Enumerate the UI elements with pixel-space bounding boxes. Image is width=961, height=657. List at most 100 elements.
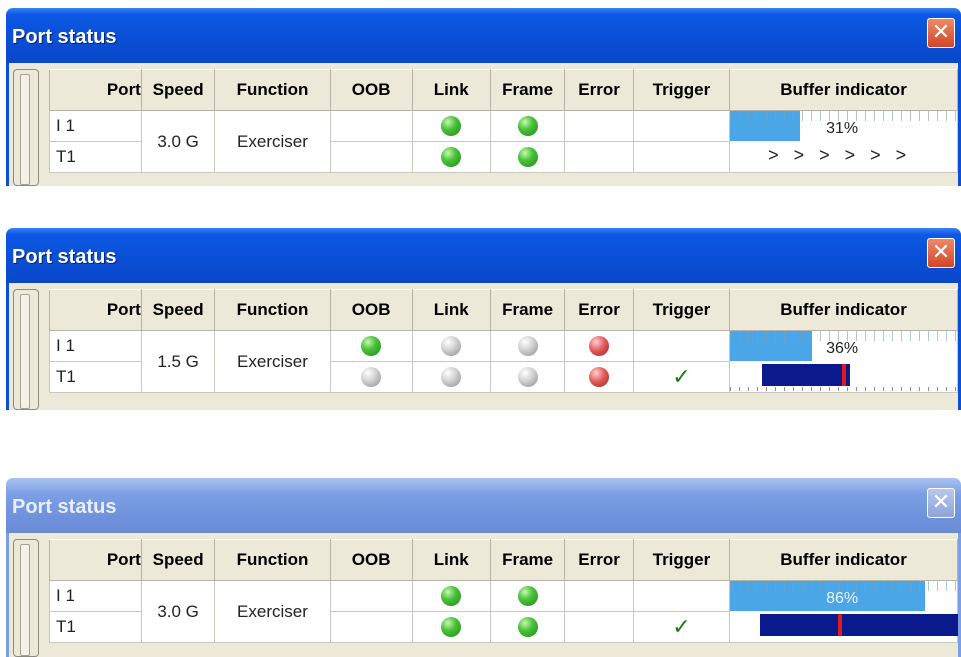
port-cell: I 1 (49, 580, 142, 612)
title-bar[interactable]: Port status ✕ (6, 228, 961, 283)
port-table: Port Speed Function OOB Link Frame Error… (49, 69, 958, 173)
buffer-indicator: 31% > > > > > > (729, 110, 958, 173)
title-bar[interactable]: Port status ✕ (6, 478, 961, 533)
error-cell (564, 141, 634, 173)
col-buffer-indicator[interactable]: Buffer indicator (729, 69, 958, 111)
trigger-check-icon: ✓ (672, 614, 691, 639)
col-port[interactable]: Port (49, 539, 142, 581)
oob-cell (329, 110, 413, 142)
buffer-indicator: 86% (729, 580, 959, 643)
col-trigger[interactable]: Trigger (632, 69, 731, 111)
error-led-icon (589, 367, 610, 388)
table-header: Port Speed Function OOB Link Frame Error… (49, 289, 958, 331)
trigger-cell: ✓ (632, 611, 731, 643)
link-led-icon (441, 147, 462, 168)
buffer-gauge: 36% (730, 331, 957, 361)
col-buffer-indicator[interactable]: Buffer indicator (729, 539, 958, 581)
col-function[interactable]: Function (214, 69, 331, 111)
port-status-window-3: Port status ✕ Port Speed Function OOB Li… (6, 478, 961, 657)
splitter-grip[interactable] (20, 544, 30, 656)
title-bar[interactable]: Port status ✕ (6, 8, 961, 63)
col-speed[interactable]: Speed (140, 289, 216, 331)
col-error[interactable]: Error (564, 289, 634, 331)
table-header: Port Speed Function OOB Link Frame Error… (49, 69, 958, 111)
link-led-icon (441, 586, 462, 607)
port-table: Port Speed Function OOB Link Frame Error… (49, 539, 959, 643)
activity-arrows-icon: > > > > > > (768, 145, 912, 165)
frame-cell (489, 361, 566, 393)
splitter-handle[interactable] (13, 69, 39, 186)
splitter-handle[interactable] (13, 289, 39, 410)
link-cell (411, 611, 491, 643)
trigger-position-bar (760, 614, 959, 636)
col-link[interactable]: Link (411, 69, 491, 111)
link-cell (411, 361, 491, 393)
buffer-activity: > > > > > > (730, 141, 957, 171)
col-frame[interactable]: Frame (489, 289, 566, 331)
trigger-cell: ✓ (632, 361, 731, 393)
splitter-grip[interactable] (20, 74, 30, 185)
frame-led-icon (517, 147, 538, 168)
buffer-trigger-position (730, 611, 959, 641)
buffer-gauge: 86% (730, 581, 957, 611)
window-title: Port status (12, 26, 117, 48)
col-port[interactable]: Port (49, 69, 142, 111)
col-speed[interactable]: Speed (140, 539, 216, 581)
error-cell (564, 330, 634, 362)
oob-cell (329, 141, 413, 173)
frame-led-icon (517, 617, 538, 638)
col-port[interactable]: Port (49, 289, 142, 331)
port-table: Port Speed Function OOB Link Frame Error… (49, 289, 958, 393)
close-icon[interactable]: ✕ (927, 238, 955, 268)
oob-led-icon (361, 367, 382, 388)
close-icon[interactable]: ✕ (927, 488, 955, 518)
col-frame[interactable]: Frame (489, 539, 566, 581)
port-cell: I 1 (49, 330, 142, 362)
splitter-grip[interactable] (20, 294, 30, 409)
port-cell: I 1 (49, 110, 142, 142)
trigger-cell (632, 141, 731, 173)
port-cell: T1 (49, 611, 142, 643)
col-trigger[interactable]: Trigger (632, 539, 731, 581)
frame-led-icon (517, 586, 538, 607)
link-cell (411, 141, 491, 173)
col-link[interactable]: Link (411, 289, 491, 331)
col-link[interactable]: Link (411, 539, 491, 581)
col-buffer-indicator[interactable]: Buffer indicator (729, 289, 958, 331)
buffer-percent: 36% (826, 340, 859, 357)
splitter-handle[interactable] (13, 539, 39, 657)
window-title: Port status (12, 496, 117, 518)
link-led-icon (441, 116, 462, 137)
col-oob[interactable]: OOB (329, 289, 413, 331)
function-cell: Exerciser (214, 580, 331, 643)
col-function[interactable]: Function (214, 539, 331, 581)
panel: Port Speed Function OOB Link Frame Error… (6, 283, 961, 410)
window-title: Port status (12, 246, 117, 268)
buffer-indicator: 36% (729, 330, 958, 393)
trigger-check-icon: ✓ (672, 364, 691, 389)
col-trigger[interactable]: Trigger (632, 289, 731, 331)
col-oob[interactable]: OOB (329, 539, 413, 581)
function-cell: Exerciser (214, 330, 331, 393)
table-row[interactable]: I 1 3.0 G Exerciser 86% (49, 580, 959, 643)
trigger-cell (632, 110, 731, 142)
frame-led-icon (517, 367, 538, 388)
table-row[interactable]: I 1 3.0 G Exerciser 31% > > > > > > (49, 110, 958, 173)
trigger-cell (632, 330, 731, 362)
col-error[interactable]: Error (564, 539, 634, 581)
col-oob[interactable]: OOB (329, 69, 413, 111)
link-led-icon (441, 336, 462, 357)
close-icon[interactable]: ✕ (927, 18, 955, 48)
col-function[interactable]: Function (214, 289, 331, 331)
link-led-icon (441, 367, 462, 388)
col-speed[interactable]: Speed (140, 69, 216, 111)
table-row[interactable]: I 1 1.5 G Exerciser 36% (49, 330, 958, 393)
trigger-cell (632, 580, 731, 612)
col-error[interactable]: Error (564, 69, 634, 111)
trigger-marker (838, 614, 843, 636)
port-cell: T1 (49, 141, 142, 173)
oob-cell (329, 611, 413, 643)
col-frame[interactable]: Frame (489, 69, 566, 111)
link-led-icon (441, 617, 462, 638)
error-cell (564, 580, 634, 612)
